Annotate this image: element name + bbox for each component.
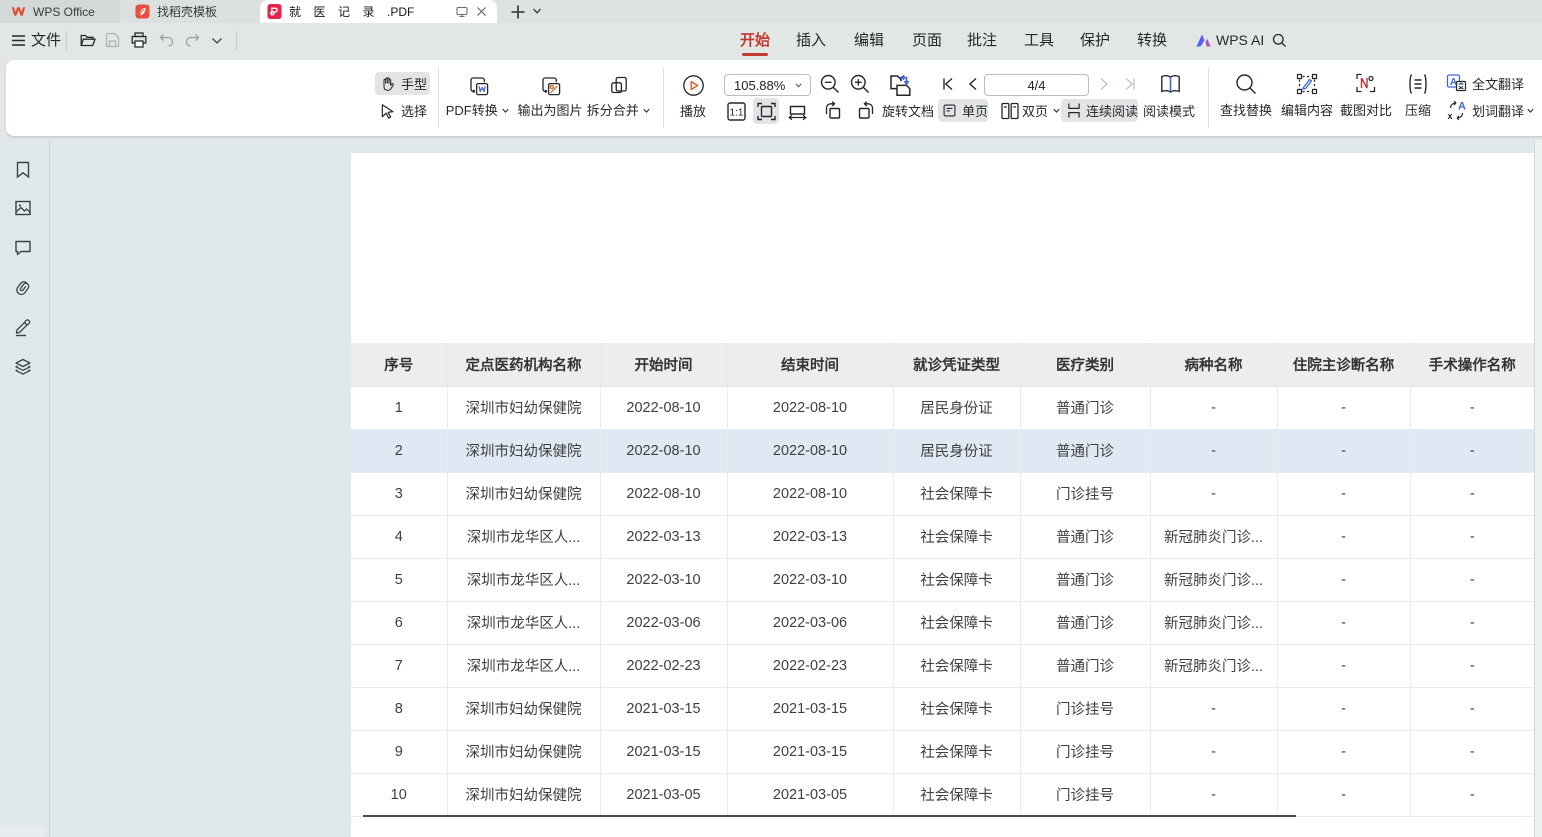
svg-text:A: A: [1458, 101, 1466, 113]
svg-text:x: x: [1448, 111, 1453, 121]
svg-text:1:1: 1:1: [730, 107, 744, 118]
